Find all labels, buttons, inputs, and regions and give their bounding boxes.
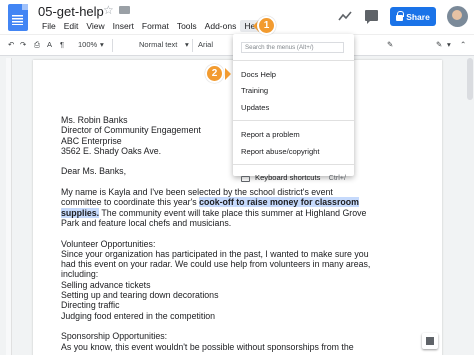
chevron-down-icon: ▾: [100, 40, 104, 49]
menu-divider: [233, 164, 354, 165]
activity-trend-icon[interactable]: [338, 9, 352, 23]
body-line: Park and feature local chefs and musicia…: [61, 217, 232, 228]
search-menus-input[interactable]: Search the menus (Alt+/): [241, 42, 344, 53]
explore-button[interactable]: [422, 333, 438, 349]
scrollbar[interactable]: [467, 58, 473, 100]
list-item: Setting up and tearing down decorations: [61, 290, 219, 301]
section-heading: Volunteer Opportunities:: [61, 238, 156, 249]
menu-view[interactable]: View: [82, 20, 108, 32]
avatar[interactable]: [447, 6, 468, 27]
share-button[interactable]: Share: [390, 7, 436, 26]
zoom-select[interactable]: 100%: [78, 40, 97, 49]
menu-divider: [233, 60, 354, 61]
menu-edit[interactable]: Edit: [60, 20, 83, 32]
menu-insert[interactable]: Insert: [109, 20, 138, 32]
body-line: had this event on your radar. We could u…: [61, 259, 371, 270]
spellcheck-icon[interactable]: A: [47, 40, 52, 49]
star-icon[interactable]: ☆: [103, 3, 114, 17]
toolbar-divider: [112, 39, 113, 52]
body-line: supplies. The community event will take …: [61, 207, 401, 218]
undo-icon[interactable]: ↶: [8, 40, 14, 49]
font-select[interactable]: Arial: [198, 40, 213, 49]
menu-file[interactable]: File: [38, 20, 60, 32]
collapse-icon[interactable]: ⌃: [460, 40, 466, 49]
keyboard-icon: [241, 176, 250, 182]
list-item: Selling advance tickets: [61, 279, 151, 290]
section-heading: Sponsorship Opportunities:: [61, 331, 168, 342]
comment-icon[interactable]: [365, 10, 378, 24]
body-line: Since your organization has participated…: [61, 248, 369, 259]
menu-item-training[interactable]: Training: [241, 86, 268, 95]
callout-arrow: [225, 68, 237, 80]
docs-logo-icon[interactable]: [8, 4, 28, 31]
edit-mode-icon[interactable]: ✎: [436, 40, 442, 49]
body-line: committee to coordinate this year's cook…: [61, 197, 401, 208]
menu-bar: File Edit View Insert Format Tools Add-o…: [38, 20, 266, 32]
list-item: Judging food entered in the competition: [61, 310, 216, 321]
folder-icon[interactable]: [119, 6, 130, 14]
body-text: The community event will take place this…: [99, 207, 367, 218]
menu-divider: [233, 120, 354, 121]
menu-addons[interactable]: Add-ons: [201, 20, 241, 32]
body-line: including:: [61, 269, 99, 280]
menu-item-docs-help[interactable]: Docs Help: [241, 70, 276, 79]
chevron-down-icon: ▾: [447, 40, 451, 49]
callout-1-badge: 1: [257, 16, 276, 35]
lock-icon: [396, 10, 405, 21]
toolbar-divider: [192, 39, 193, 52]
body-line: My name is Kayla and I've been selected …: [61, 187, 333, 198]
pencil-icon[interactable]: ✎: [387, 40, 393, 49]
paint-format-icon[interactable]: ¶: [60, 40, 64, 49]
body-text: committee to coordinate this year's: [61, 197, 200, 208]
vertical-ruler: [6, 58, 12, 355]
menu-item-updates[interactable]: Updates: [241, 103, 269, 112]
highlighted-text: cook-off to raise money for classroom: [199, 197, 359, 208]
redo-icon[interactable]: ↷: [20, 40, 26, 49]
body-line: As you know, this event wouldn't be poss…: [61, 341, 354, 352]
shortcut-hint: Ctrl+/: [328, 173, 346, 182]
share-label: Share: [406, 11, 430, 22]
style-select[interactable]: Normal text: [139, 40, 177, 49]
highlighted-text: supplies.: [61, 207, 100, 218]
chevron-down-icon: ▾: [185, 40, 189, 49]
menu-format[interactable]: Format: [138, 20, 173, 32]
menu-tools[interactable]: Tools: [173, 20, 201, 32]
list-item: Directing traffic: [61, 300, 120, 311]
print-icon[interactable]: ⎙: [34, 40, 40, 50]
menu-item-keyboard-shortcuts[interactable]: Keyboard shortcuts: [255, 173, 320, 182]
help-menu-dropdown: Search the menus (Alt+/) Docs Help Train…: [233, 34, 354, 182]
menu-item-report-problem[interactable]: Report a problem: [241, 130, 300, 139]
menu-item-report-abuse[interactable]: Report abuse/copyright: [241, 147, 320, 156]
document-title[interactable]: 05-get-help: [38, 4, 104, 19]
app-header: 05-get-help ☆ File Edit View Insert Form…: [0, 0, 474, 34]
callout-2-badge: 2: [205, 64, 224, 83]
